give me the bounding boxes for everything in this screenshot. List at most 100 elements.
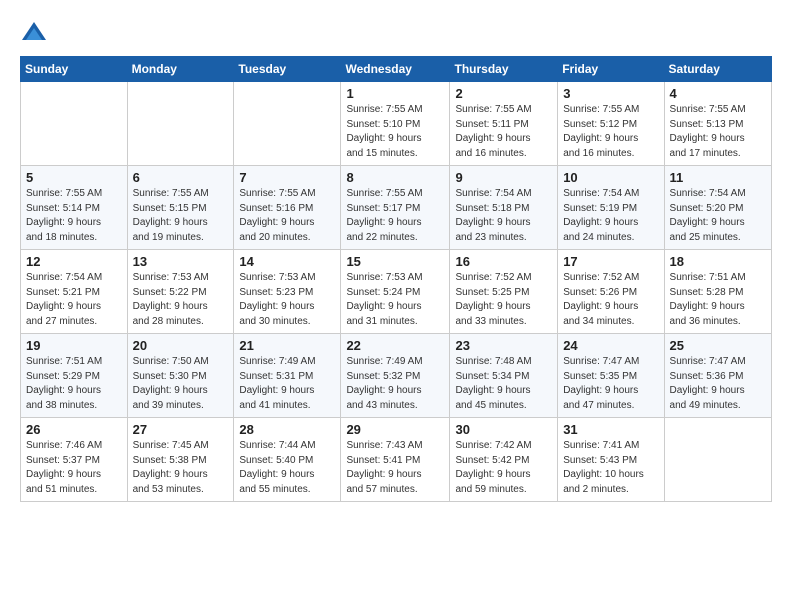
calendar-cell: 29 Sunrise: 7:43 AM Sunset: 5:41 PM Dayli… [341,418,450,502]
calendar-cell [127,82,234,166]
day-number: 27 [133,422,229,437]
calendar-cell [234,82,341,166]
page: SundayMondayTuesdayWednesdayThursdayFrid… [0,0,792,512]
day-info: Sunrise: 7:50 AM Sunset: 5:30 PM Dayligh… [133,355,229,413]
day-info: Sunrise: 7:54 AM Sunset: 5:20 PM Dayligh… [670,187,766,245]
calendar-cell [21,82,128,166]
calendar-week-3: 12 Sunrise: 7:54 AM Sunset: 5:21 PM Dayli… [21,250,772,334]
calendar-cell: 25 Sunrise: 7:47 AM Sunset: 5:36 PM Dayli… [664,334,771,418]
day-info: Sunrise: 7:54 AM Sunset: 5:18 PM Dayligh… [455,187,552,245]
calendar-cell: 20 Sunrise: 7:50 AM Sunset: 5:30 PM Dayli… [127,334,234,418]
day-info: Sunrise: 7:55 AM Sunset: 5:12 PM Dayligh… [563,103,658,161]
day-number: 1 [346,86,444,101]
day-info: Sunrise: 7:54 AM Sunset: 5:21 PM Dayligh… [26,271,122,329]
calendar-week-1: 1 Sunrise: 7:55 AM Sunset: 5:10 PM Daylig… [21,82,772,166]
day-number: 10 [563,170,658,185]
day-number: 25 [670,338,766,353]
day-info: Sunrise: 7:46 AM Sunset: 5:37 PM Dayligh… [26,439,122,497]
day-info: Sunrise: 7:49 AM Sunset: 5:31 PM Dayligh… [239,355,335,413]
calendar-cell [664,418,771,502]
calendar-cell: 26 Sunrise: 7:46 AM Sunset: 5:37 PM Dayli… [21,418,128,502]
day-number: 16 [455,254,552,269]
day-number: 24 [563,338,658,353]
day-info: Sunrise: 7:52 AM Sunset: 5:26 PM Dayligh… [563,271,658,329]
day-number: 3 [563,86,658,101]
day-number: 11 [670,170,766,185]
day-number: 18 [670,254,766,269]
day-info: Sunrise: 7:47 AM Sunset: 5:36 PM Dayligh… [670,355,766,413]
calendar-week-5: 26 Sunrise: 7:46 AM Sunset: 5:37 PM Dayli… [21,418,772,502]
day-info: Sunrise: 7:55 AM Sunset: 5:16 PM Dayligh… [239,187,335,245]
day-info: Sunrise: 7:51 AM Sunset: 5:28 PM Dayligh… [670,271,766,329]
calendar-cell: 19 Sunrise: 7:51 AM Sunset: 5:29 PM Dayli… [21,334,128,418]
day-info: Sunrise: 7:45 AM Sunset: 5:38 PM Dayligh… [133,439,229,497]
calendar-cell: 15 Sunrise: 7:53 AM Sunset: 5:24 PM Dayli… [341,250,450,334]
day-number: 31 [563,422,658,437]
day-info: Sunrise: 7:53 AM Sunset: 5:22 PM Dayligh… [133,271,229,329]
calendar-cell: 21 Sunrise: 7:49 AM Sunset: 5:31 PM Dayli… [234,334,341,418]
day-number: 30 [455,422,552,437]
calendar-cell: 10Sunrise: 7:54 AM Sunset: 5:19 PM Dayli… [558,166,664,250]
calendar-cell: 3 Sunrise: 7:55 AM Sunset: 5:12 PM Daylig… [558,82,664,166]
calendar-cell: 8Sunrise: 7:55 AM Sunset: 5:17 PM Daylig… [341,166,450,250]
calendar-cell: 7 Sunrise: 7:55 AM Sunset: 5:16 PM Daylig… [234,166,341,250]
day-number: 4 [670,86,766,101]
day-number: 26 [26,422,122,437]
day-number: 12 [26,254,122,269]
day-number: 2 [455,86,552,101]
day-number: 19 [26,338,122,353]
calendar-cell: 11 Sunrise: 7:54 AM Sunset: 5:20 PM Dayli… [664,166,771,250]
calendar-header-wednesday: Wednesday [341,57,450,82]
calendar-cell: 13Sunrise: 7:53 AM Sunset: 5:22 PM Dayli… [127,250,234,334]
calendar-cell: 28Sunrise: 7:44 AM Sunset: 5:40 PM Dayli… [234,418,341,502]
calendar-header-monday: Monday [127,57,234,82]
logo-icon [20,18,48,46]
day-info: Sunrise: 7:52 AM Sunset: 5:25 PM Dayligh… [455,271,552,329]
day-info: Sunrise: 7:55 AM Sunset: 5:11 PM Dayligh… [455,103,552,161]
calendar-cell: 17 Sunrise: 7:52 AM Sunset: 5:26 PM Dayli… [558,250,664,334]
calendar-cell: 24 Sunrise: 7:47 AM Sunset: 5:35 PM Dayli… [558,334,664,418]
day-info: Sunrise: 7:55 AM Sunset: 5:17 PM Dayligh… [346,187,444,245]
day-info: Sunrise: 7:55 AM Sunset: 5:13 PM Dayligh… [670,103,766,161]
calendar-cell: 27 Sunrise: 7:45 AM Sunset: 5:38 PM Dayli… [127,418,234,502]
day-info: Sunrise: 7:53 AM Sunset: 5:24 PM Dayligh… [346,271,444,329]
day-number: 5 [26,170,122,185]
day-number: 21 [239,338,335,353]
day-info: Sunrise: 7:55 AM Sunset: 5:14 PM Dayligh… [26,187,122,245]
day-info: Sunrise: 7:55 AM Sunset: 5:15 PM Dayligh… [133,187,229,245]
day-number: 15 [346,254,444,269]
day-number: 20 [133,338,229,353]
calendar-cell: 12 Sunrise: 7:54 AM Sunset: 5:21 PM Dayli… [21,250,128,334]
day-number: 7 [239,170,335,185]
calendar-cell: 9 Sunrise: 7:54 AM Sunset: 5:18 PM Daylig… [450,166,558,250]
calendar-header-sunday: Sunday [21,57,128,82]
day-info: Sunrise: 7:49 AM Sunset: 5:32 PM Dayligh… [346,355,444,413]
calendar-cell: 23Sunrise: 7:48 AM Sunset: 5:34 PM Dayli… [450,334,558,418]
day-info: Sunrise: 7:51 AM Sunset: 5:29 PM Dayligh… [26,355,122,413]
calendar-cell: 4 Sunrise: 7:55 AM Sunset: 5:13 PM Daylig… [664,82,771,166]
day-info: Sunrise: 7:42 AM Sunset: 5:42 PM Dayligh… [455,439,552,497]
header [20,18,772,46]
calendar-cell: 30 Sunrise: 7:42 AM Sunset: 5:42 PM Dayli… [450,418,558,502]
calendar-header-row: SundayMondayTuesdayWednesdayThursdayFrid… [21,57,772,82]
calendar-cell: 6 Sunrise: 7:55 AM Sunset: 5:15 PM Daylig… [127,166,234,250]
calendar-header-thursday: Thursday [450,57,558,82]
day-number: 22 [346,338,444,353]
day-info: Sunrise: 7:53 AM Sunset: 5:23 PM Dayligh… [239,271,335,329]
day-info: Sunrise: 7:47 AM Sunset: 5:35 PM Dayligh… [563,355,658,413]
logo [20,18,52,46]
calendar-cell: 18 Sunrise: 7:51 AM Sunset: 5:28 PM Dayli… [664,250,771,334]
calendar-header-saturday: Saturday [664,57,771,82]
day-number: 29 [346,422,444,437]
day-info: Sunrise: 7:55 AM Sunset: 5:10 PM Dayligh… [346,103,444,161]
day-number: 6 [133,170,229,185]
day-number: 23 [455,338,552,353]
day-info: Sunrise: 7:44 AM Sunset: 5:40 PM Dayligh… [239,439,335,497]
day-number: 17 [563,254,658,269]
day-info: Sunrise: 7:43 AM Sunset: 5:41 PM Dayligh… [346,439,444,497]
day-number: 9 [455,170,552,185]
calendar-header-friday: Friday [558,57,664,82]
calendar-cell: 14Sunrise: 7:53 AM Sunset: 5:23 PM Dayli… [234,250,341,334]
calendar-cell: 5 Sunrise: 7:55 AM Sunset: 5:14 PM Daylig… [21,166,128,250]
calendar-week-2: 5 Sunrise: 7:55 AM Sunset: 5:14 PM Daylig… [21,166,772,250]
